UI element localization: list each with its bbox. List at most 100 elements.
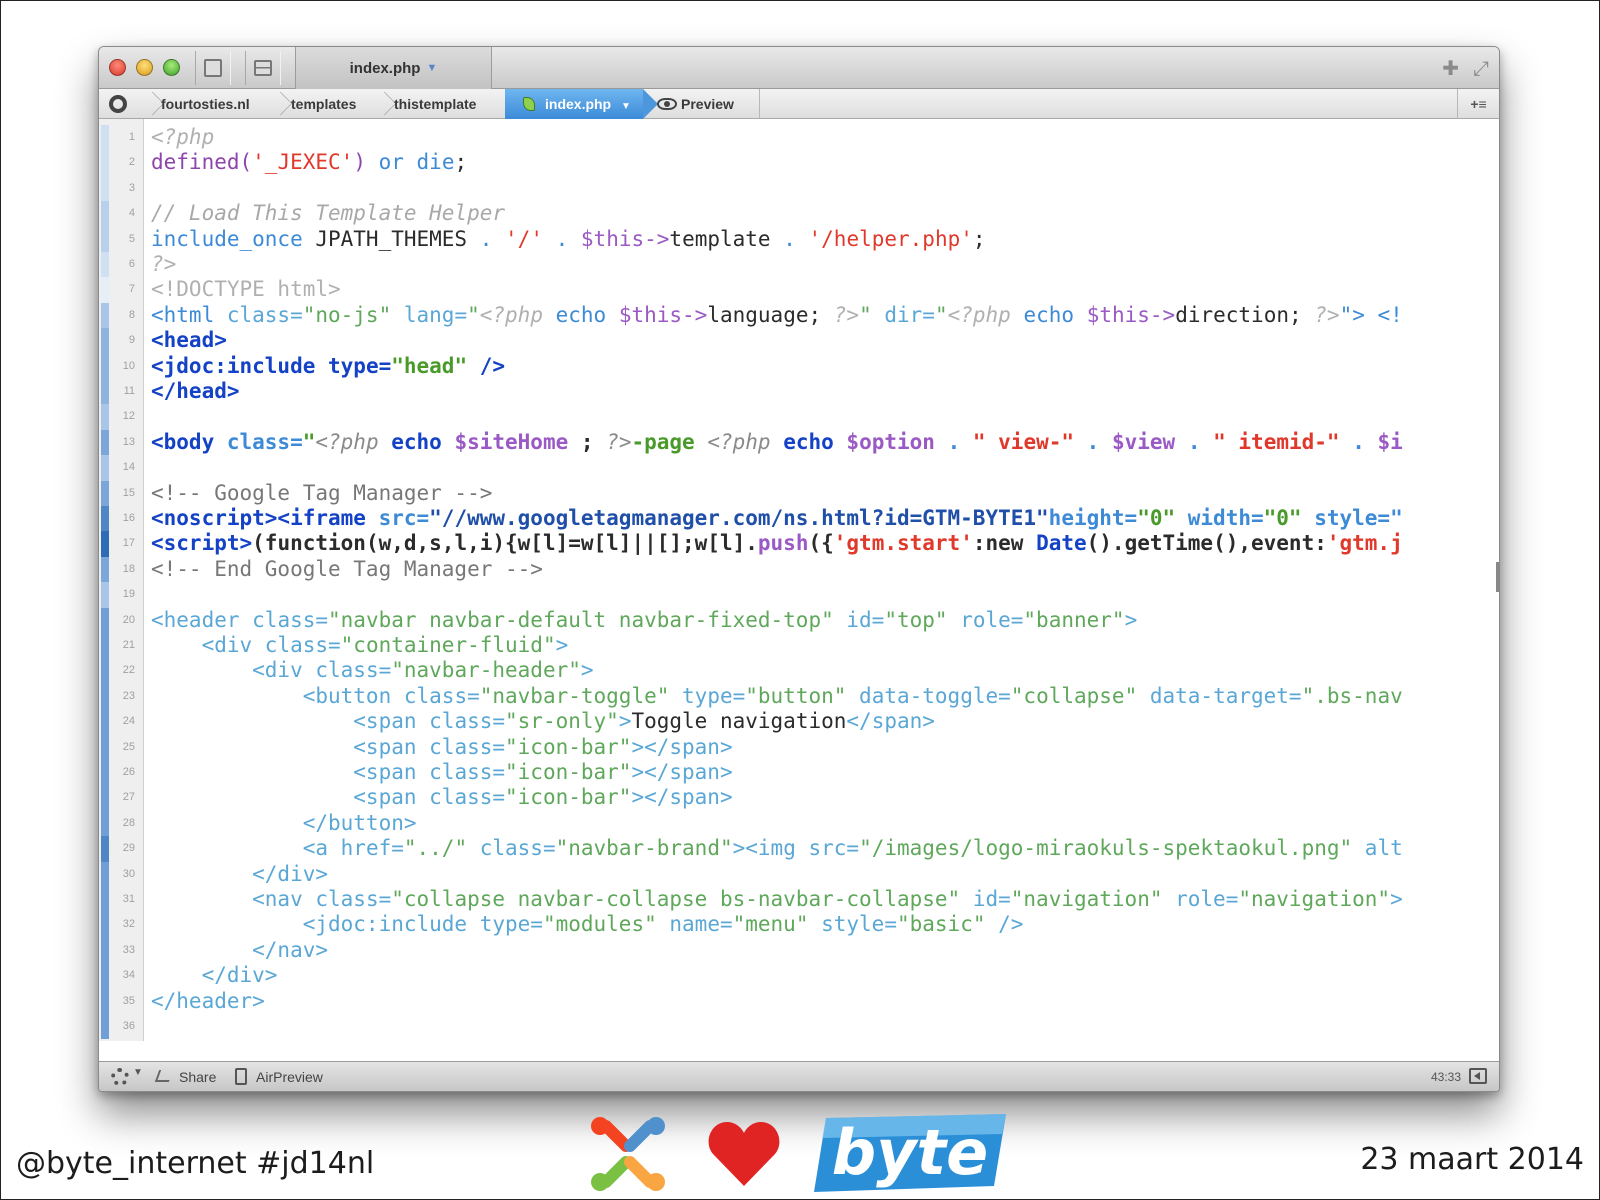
line-number: 32 [122, 918, 135, 931]
code-line[interactable]: <!-- Google Tag Manager --> [151, 481, 492, 506]
sites-toolbar-button[interactable] [195, 51, 231, 85]
code-token: class= [429, 734, 506, 759]
preview-button[interactable]: Preview [681, 89, 734, 119]
code-line[interactable]: </div> [151, 862, 328, 887]
change-marker [101, 455, 109, 481]
breadcrumb-item-thistemplate[interactable]: thistemplate [394, 89, 476, 119]
code-line[interactable]: <!-- End Google Tag Manager --> [151, 557, 543, 582]
code-line[interactable]: <nav class="collapse navbar-collapse bs-… [151, 887, 1403, 912]
change-marker [101, 353, 109, 379]
gear-icon[interactable] [111, 1068, 129, 1086]
change-marker [101, 1014, 109, 1040]
code-line[interactable]: ?> [151, 252, 176, 277]
code-editor[interactable]: 1 2 3 4 5 6 7 8 9 10 11 12 13 14 15 16 17 18 19 20 21 22 23 24 2… [99, 119, 1499, 1041]
code-token: src= [378, 506, 430, 530]
change-marker [101, 760, 109, 786]
gutter-row: 6 [99, 252, 144, 278]
code-token: class= [315, 658, 392, 683]
code-token: <body [151, 429, 227, 454]
code-line[interactable]: </header> [151, 989, 265, 1014]
line-number: 9 [128, 334, 135, 347]
gutter-row: 13 [99, 429, 144, 456]
symbols-menu-button[interactable]: +≡ [1457, 89, 1499, 119]
chevron-down-icon[interactable]: ▼ [426, 62, 437, 74]
gutter-row: 10 [99, 353, 144, 379]
code-line[interactable]: <div class="container-fluid"> [151, 633, 569, 658]
code-line[interactable]: <span class="icon-bar"></span> [151, 785, 732, 810]
site-home-icon[interactable] [109, 95, 127, 113]
breadcrumb-item-templates[interactable]: templates [291, 89, 356, 119]
breadcrumb-item-site[interactable]: fourtosties.nl [161, 89, 250, 119]
code-line[interactable]: <a href="../" class="navbar-brand"><img … [151, 836, 1403, 861]
panel-toggle-icon[interactable] [1469, 1068, 1487, 1084]
scrollbar[interactable] [1496, 562, 1499, 592]
code-line[interactable]: <head> [151, 328, 227, 353]
line-number: 24 [122, 715, 135, 728]
code-token: or die [378, 150, 455, 175]
code-line[interactable]: <div class="navbar-header"> [151, 658, 593, 683]
code-line[interactable]: <span class="icon-bar"></span> [151, 734, 733, 760]
code-token: <span [151, 734, 430, 759]
file-tab[interactable]: index.php ▼ [295, 47, 492, 89]
code-token: <html [151, 302, 227, 327]
change-marker [101, 429, 109, 456]
code-line[interactable]: // Load This Template Helper [151, 201, 505, 226]
code-token: class= [226, 302, 303, 327]
code-token: <nav [151, 887, 316, 911]
gutter-row: 3 [99, 175, 144, 202]
code-token: $i [1377, 429, 1403, 454]
code-line[interactable]: <header class="navbar navbar-default nav… [151, 608, 1137, 633]
code-line[interactable]: <body class="<?php echo $siteHome ; ?>-p… [151, 430, 1403, 455]
code-line[interactable]: <span class="icon-bar"></span> [151, 760, 732, 785]
add-tab-icon[interactable]: ✚ [1442, 56, 1459, 80]
code-token: " [467, 302, 480, 327]
code-line[interactable]: <noscript><iframe src="//www.googletagma… [151, 506, 1403, 531]
code-area[interactable]: <?php defined('_JEXEC') or die; // Load Th… [151, 119, 1499, 1041]
code-line[interactable]: <button class="navbar-toggle" type="butt… [151, 684, 1403, 709]
code-line[interactable]: <html class="no-js" lang="<?php echo $th… [151, 303, 1403, 328]
breadcrumb-item-active-file[interactable]: index.php ▼ [505, 89, 658, 119]
code-token: class= [252, 607, 329, 632]
code-token: lang= [391, 302, 468, 327]
gutter-row: 34 [99, 963, 144, 989]
line-number: 28 [122, 816, 135, 829]
code-token: </nav> [151, 937, 329, 962]
gutter-row: 36 [99, 1014, 144, 1040]
minimize-window-button[interactable] [136, 59, 153, 76]
line-number: 10 [122, 359, 135, 372]
gutter-row: 18 [99, 556, 144, 583]
code-line[interactable]: <!DOCTYPE html> [151, 277, 341, 302]
share-button[interactable]: Share [179, 1069, 216, 1085]
code-line[interactable]: </nav> [151, 938, 328, 963]
fullscreen-icon[interactable]: ⤢ [1473, 56, 1489, 80]
gutter-row: 25 [99, 734, 144, 760]
code-line[interactable]: </button> [151, 811, 417, 836]
cursor-position: 43:33 [1430, 1070, 1461, 1084]
code-token: type= [669, 683, 746, 708]
code-token: <jdoc:include [151, 353, 329, 378]
code-token: ></span> [631, 734, 733, 759]
change-marker [101, 531, 109, 557]
code-token: "icon-bar" [505, 734, 632, 759]
code-line[interactable]: </div> [151, 963, 278, 988]
code-token: $this-> [1086, 302, 1176, 327]
code-token: type= [328, 353, 392, 378]
code-line[interactable]: <script>(function(w,d,s,l,i){w[l]=w[l]||… [151, 531, 1403, 556]
code-line[interactable]: </head> [151, 379, 240, 404]
code-token: "navbar navbar-default navbar-fixed-top" [328, 607, 834, 632]
code-line[interactable]: <?php [151, 125, 214, 150]
code-token: width= [1175, 506, 1264, 530]
zoom-window-button[interactable] [163, 59, 180, 76]
airpreview-button[interactable]: AirPreview [256, 1069, 323, 1085]
chevron-down-icon[interactable]: ▼ [621, 101, 631, 112]
chevron-down-icon[interactable]: ▼ [133, 1067, 143, 1078]
code-line[interactable]: <jdoc:include type="head" /> [151, 354, 505, 379]
close-window-button[interactable] [109, 59, 126, 76]
sidebar-toolbar-button[interactable] [245, 51, 281, 85]
code-line[interactable]: <span class="sr-only">Toggle navigation<… [151, 709, 935, 734]
code-line[interactable]: <jdoc:include type="modules" name="menu"… [151, 912, 1024, 937]
code-line[interactable]: include_once JPATH_THEMES . '/' . $this-… [151, 227, 986, 252]
code-token: 'gtm.j [1326, 531, 1403, 556]
change-marker [101, 404, 109, 430]
code-line[interactable]: defined('_JEXEC') or die; [151, 150, 467, 175]
